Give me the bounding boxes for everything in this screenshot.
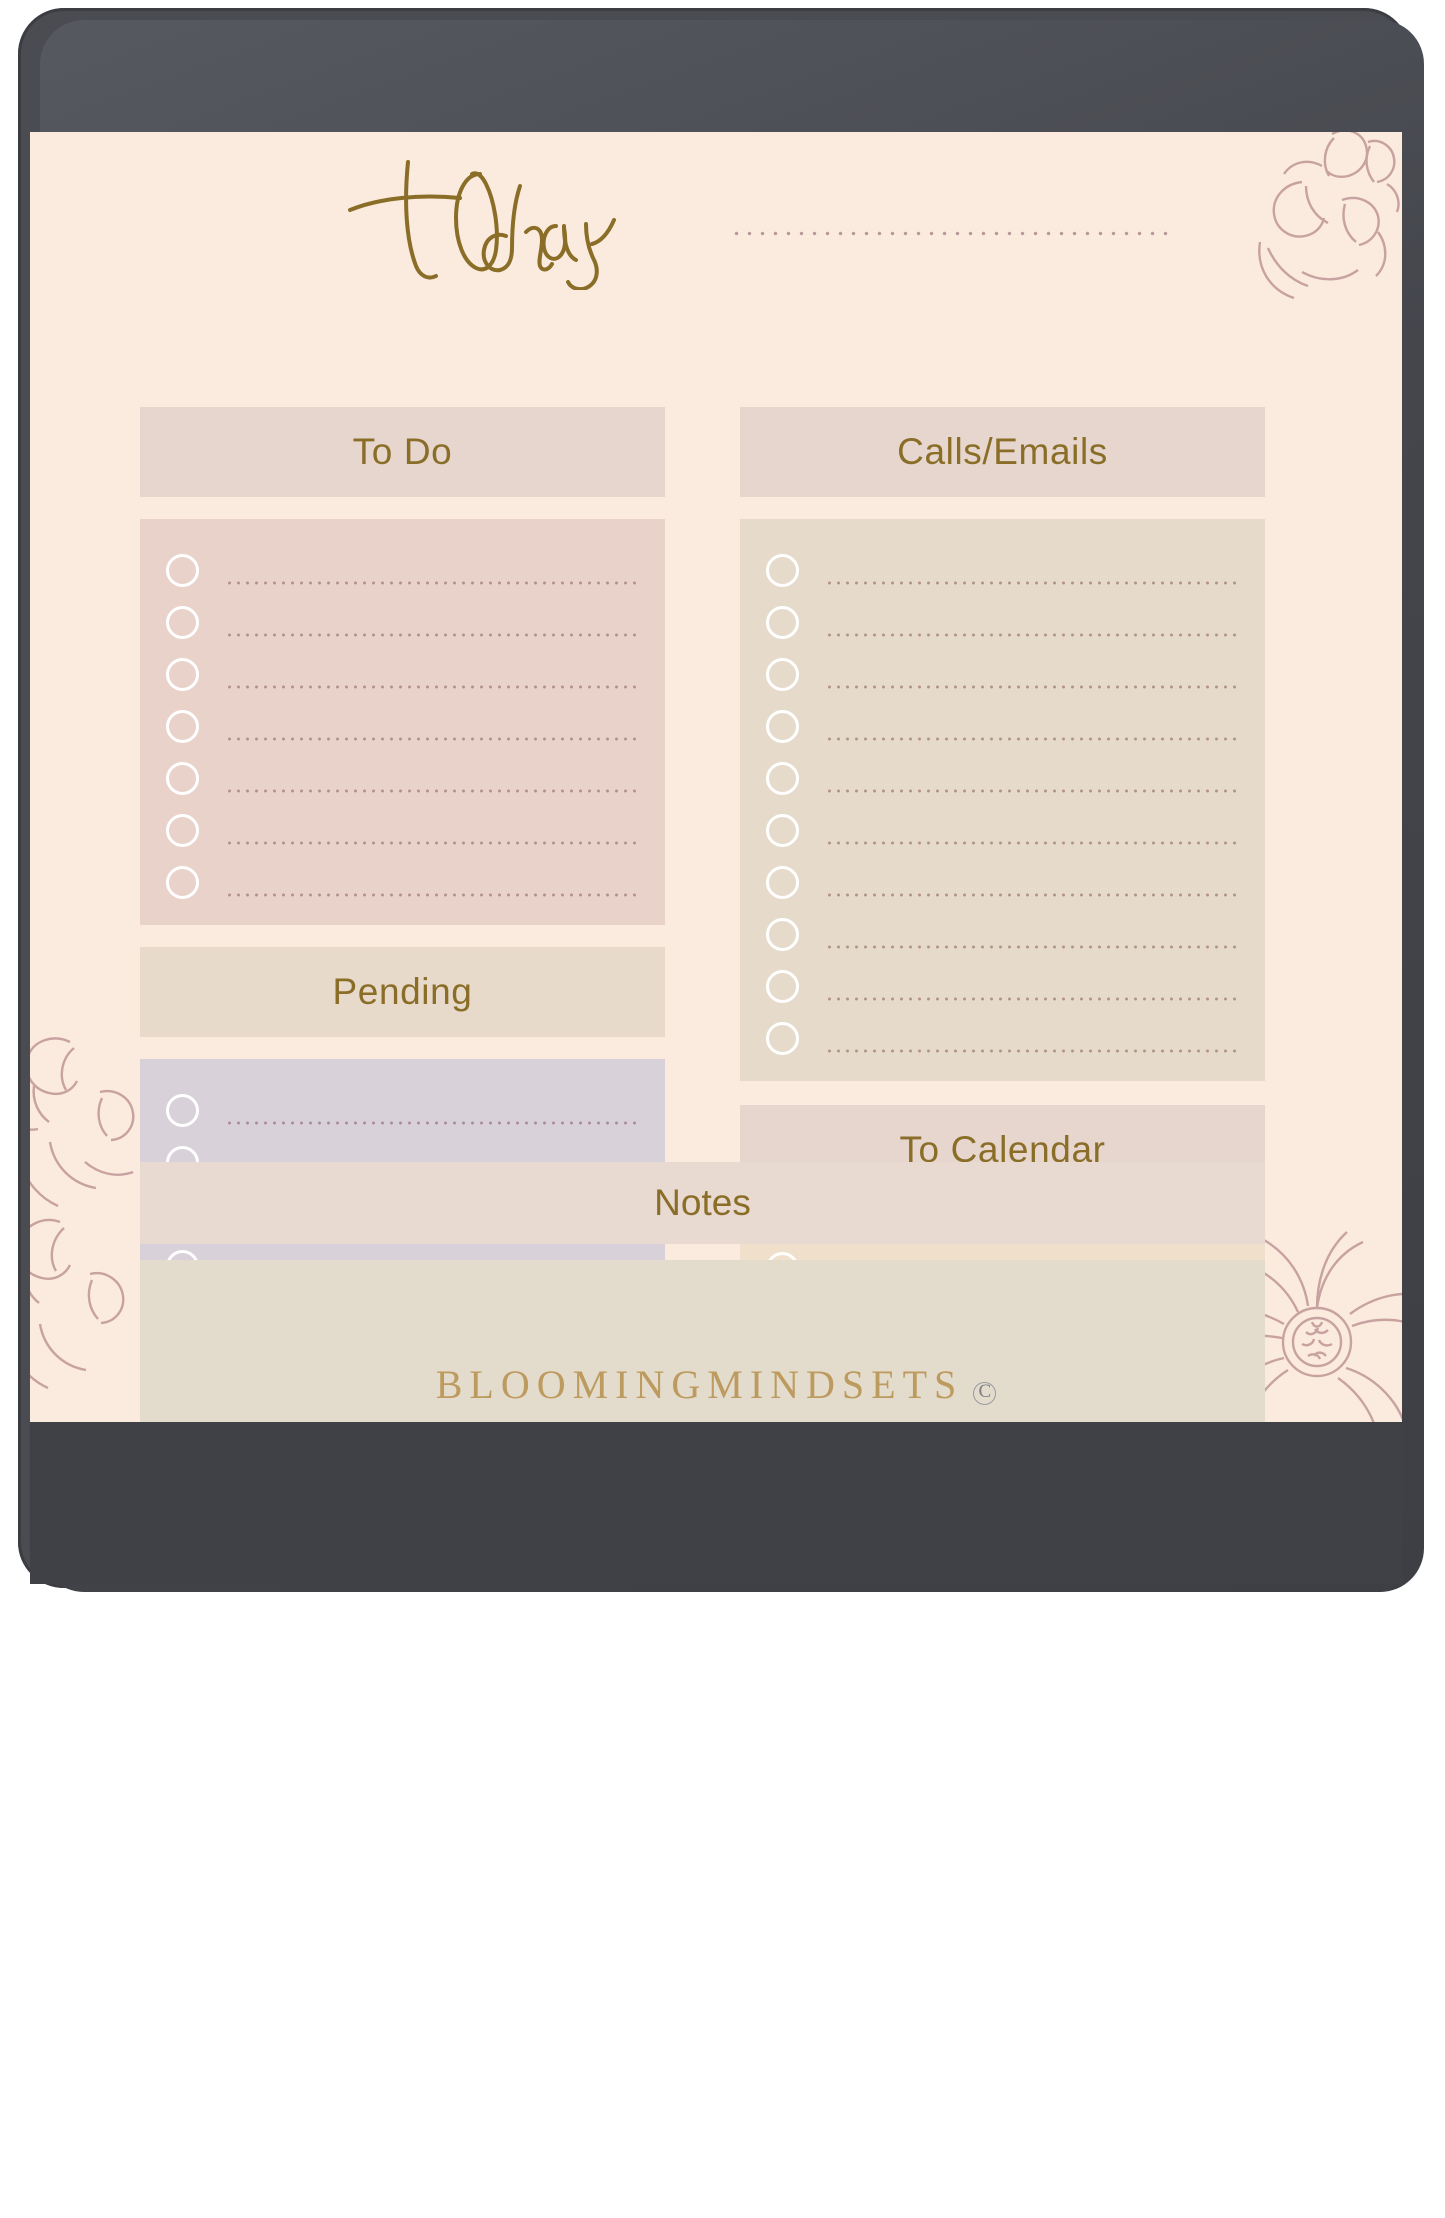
checkbox-circle-icon[interactable] [166,814,199,847]
list-item[interactable] [166,695,639,747]
checkbox-circle-icon[interactable] [766,658,799,691]
write-line[interactable] [825,736,1239,742]
section-header-calls: Calls/Emails [740,407,1265,497]
checkbox-circle-icon[interactable] [166,710,199,743]
list-item[interactable] [766,643,1239,695]
list-item[interactable] [166,799,639,851]
checkbox-circle-icon[interactable] [166,658,199,691]
list-item[interactable] [166,591,639,643]
copyright-icon: C [973,1382,997,1405]
write-line[interactable] [225,632,639,638]
calls-emails-list [740,519,1265,1081]
section-title-calls: Calls/Emails [897,431,1108,472]
checkbox-circle-icon[interactable] [766,710,799,743]
brand-name: BLOOMINGMINDSETS [435,1362,964,1407]
checkbox-circle-icon[interactable] [766,1022,799,1055]
write-line[interactable] [225,840,639,846]
checkbox-circle-icon[interactable] [166,866,199,899]
list-item[interactable] [766,539,1239,591]
section-title-pending: Pending [332,971,473,1012]
checkbox-circle-icon[interactable] [766,970,799,1003]
todo-list [140,519,665,925]
write-line[interactable] [825,892,1239,898]
checkbox-circle-icon[interactable] [166,1094,199,1127]
write-line[interactable] [225,580,639,586]
write-line[interactable] [825,944,1239,950]
write-line[interactable] [225,684,639,690]
write-line[interactable] [225,1120,639,1126]
write-line[interactable] [825,1048,1239,1054]
today-script-text [330,140,750,291]
brand-footer: BLOOMINGMINDSETS C [30,1361,1402,1408]
write-line[interactable] [225,736,639,742]
list-item[interactable] [766,851,1239,903]
checkbox-circle-icon[interactable] [766,554,799,587]
checkbox-circle-icon[interactable] [166,554,199,587]
list-item[interactable] [766,1007,1239,1059]
write-line[interactable] [825,996,1239,1002]
title-dotted-rule [730,230,1170,237]
list-item[interactable] [166,851,639,903]
write-line[interactable] [825,580,1239,586]
write-line[interactable] [825,684,1239,690]
checkbox-circle-icon[interactable] [166,606,199,639]
section-header-pending: Pending [140,947,665,1037]
section-title-notes: Notes [654,1182,751,1223]
write-line[interactable] [825,840,1239,846]
tablet-device: To Do Pending Calls/Emails To Calendar N… [0,0,1445,2218]
write-line[interactable] [225,788,639,794]
section-header-todo: To Do [140,407,665,497]
section-header-notes: Notes [140,1162,1265,1244]
checkbox-circle-icon[interactable] [766,814,799,847]
checkbox-circle-icon[interactable] [766,606,799,639]
checkbox-circle-icon[interactable] [766,918,799,951]
list-item[interactable] [766,955,1239,1007]
write-line[interactable] [825,632,1239,638]
list-item[interactable] [766,903,1239,955]
list-item[interactable] [166,643,639,695]
write-line[interactable] [825,788,1239,794]
checkbox-circle-icon[interactable] [766,866,799,899]
checkbox-circle-icon[interactable] [166,762,199,795]
list-item[interactable] [766,799,1239,851]
write-line[interactable] [225,892,639,898]
list-item[interactable] [766,695,1239,747]
list-item[interactable] [166,1079,639,1131]
list-item[interactable] [166,539,639,591]
checkbox-circle-icon[interactable] [766,762,799,795]
list-item[interactable] [766,591,1239,643]
list-item[interactable] [166,747,639,799]
list-item[interactable] [766,747,1239,799]
page-title [30,140,1402,300]
tablet-bottom-chin [30,1422,1402,1584]
section-title-todo: To Do [352,431,453,472]
planner-screen: To Do Pending Calls/Emails To Calendar N… [30,132,1402,1422]
